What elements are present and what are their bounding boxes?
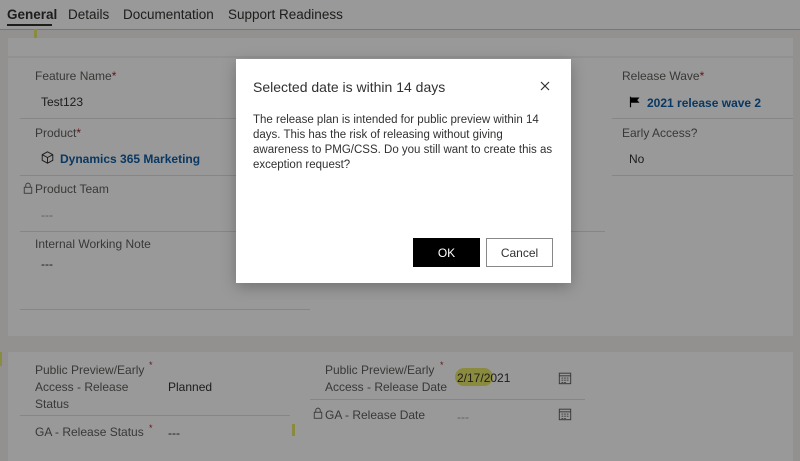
dialog-title: Selected date is within 14 days [253, 79, 446, 95]
cancel-button[interactable]: Cancel [486, 238, 553, 267]
dialog-message: The release plan is intended for public … [253, 114, 553, 171]
close-icon[interactable] [538, 79, 552, 93]
ok-button[interactable]: OK [413, 238, 480, 267]
confirmation-dialog: Selected date is within 14 days The rele… [236, 59, 571, 283]
